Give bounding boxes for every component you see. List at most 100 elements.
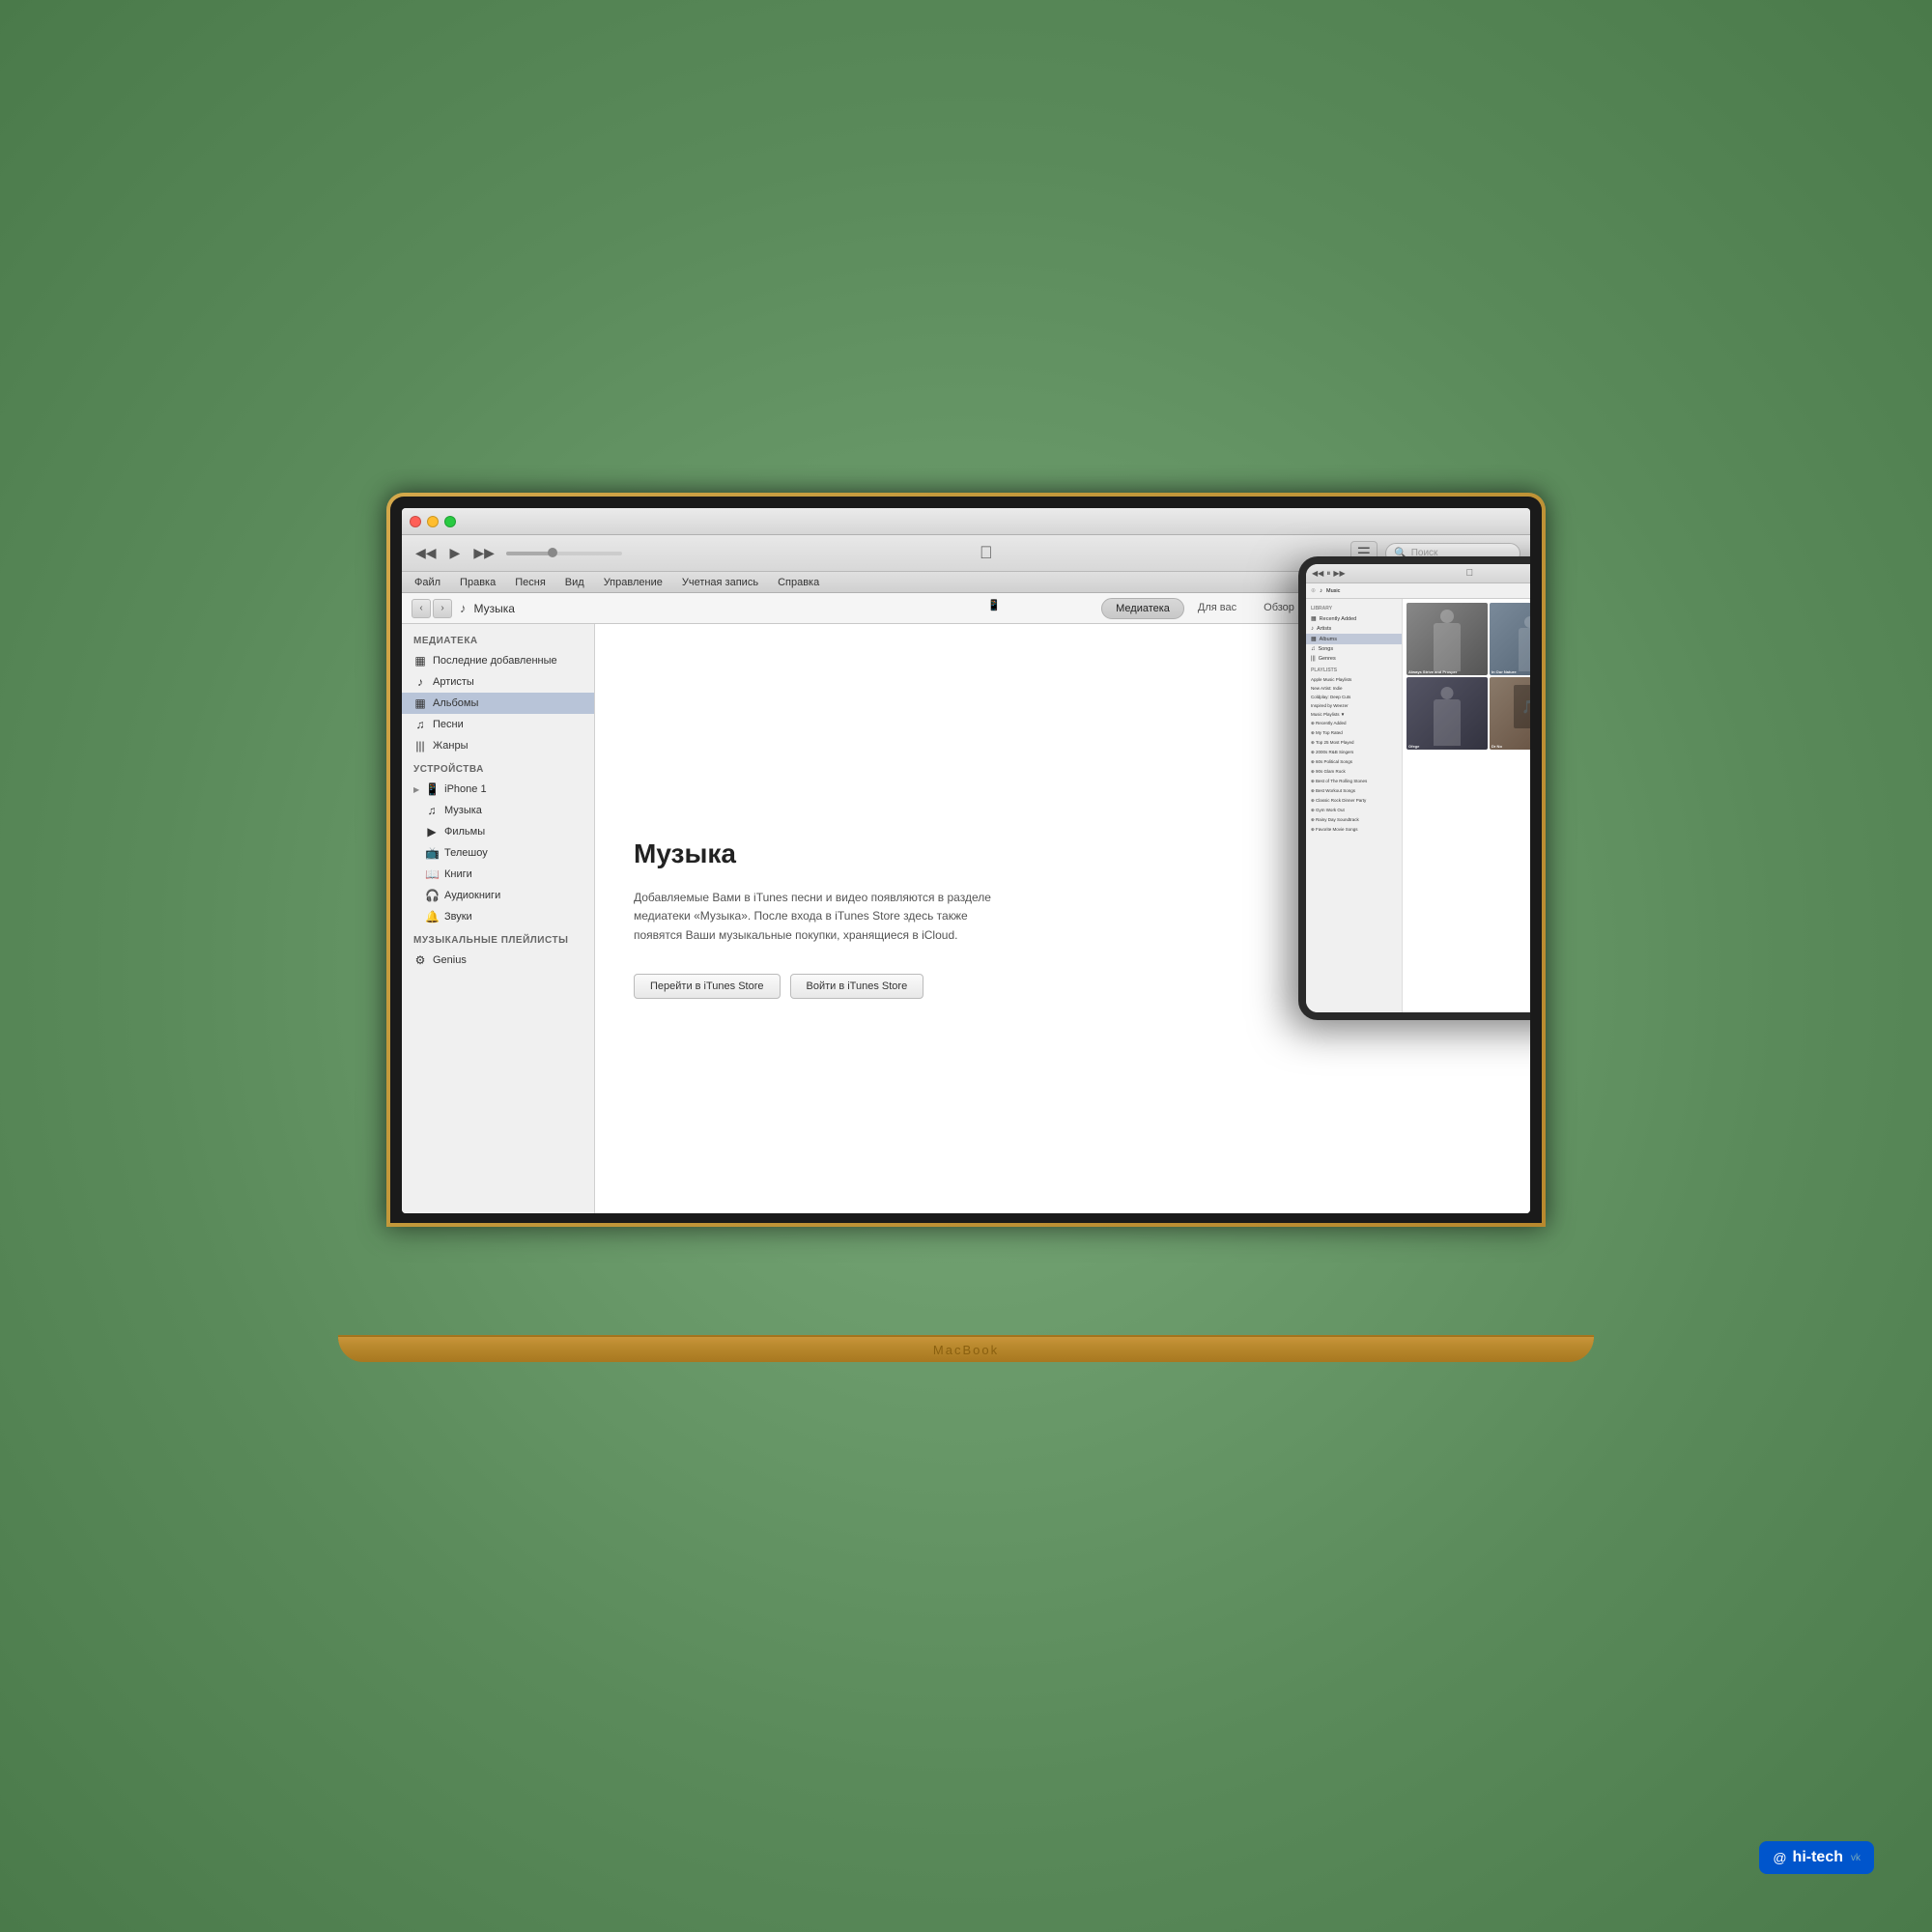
menu-control[interactable]: Управление xyxy=(601,576,666,589)
nav-forward-button[interactable]: › xyxy=(433,599,452,618)
ipad-album-card-2[interactable]: In Our Nature xyxy=(1490,603,1530,675)
sidebar-item-iphone-tones[interactable]: 🔔 Звуки xyxy=(402,906,594,927)
ipad-political[interactable]: ⊕ 60s Political Songs xyxy=(1306,757,1402,767)
album-art-4 xyxy=(1406,677,1488,750)
play-button[interactable]: ▶ xyxy=(446,543,465,563)
music-note-icon: ♪ xyxy=(460,601,467,615)
sidebar-item-iphone-music[interactable]: ♫ Музыка xyxy=(402,800,594,821)
sidebar-item-iphone-books[interactable]: 📖 Книги xyxy=(402,864,594,885)
ipad-glam-rock[interactable]: ⊕ 90s Glam Rock xyxy=(1306,767,1402,777)
sidebar-item-albums[interactable]: ▦ Альбомы xyxy=(402,693,594,714)
ipad-songs[interactable]: ♫Songs xyxy=(1306,644,1402,654)
ipad-genres[interactable]: |||Genres xyxy=(1306,654,1402,664)
nav-device-button[interactable]: 📱 xyxy=(987,599,1007,618)
fastforward-button[interactable]: ▶▶ xyxy=(469,543,498,563)
hitech-text: hi-tech xyxy=(1793,1849,1843,1866)
sidebar-item-genius[interactable]: ⚙ Genius xyxy=(402,950,594,971)
ipad-rainy[interactable]: ⊕ Rainy Day Soundtrack xyxy=(1306,815,1402,825)
nav-back-button[interactable]: ‹ xyxy=(412,599,431,618)
sidebar-item-iphone-audiobooks[interactable]: 🎧 Аудиокниги xyxy=(402,885,594,906)
music-icon: ♫ xyxy=(413,718,427,731)
ipad-new-artist[interactable]: New Artist: Indie xyxy=(1306,684,1402,693)
sidebar-section-playlists: Музыкальные плейлисты xyxy=(402,927,594,950)
progress-bar[interactable] xyxy=(506,552,622,555)
ipad-album-title-4: Ofege xyxy=(1408,744,1419,749)
ipad-coldplay[interactable]: Coldplay: Deep Cuts xyxy=(1306,693,1402,701)
albums-icon: ▦ xyxy=(413,696,427,710)
menu-song[interactable]: Песня xyxy=(512,576,549,589)
ipad-transport: ◀◀ ⏸ ▶▶ xyxy=(1312,569,1346,579)
ipad-album-card-1[interactable]: Always Strive and Prosper xyxy=(1406,603,1488,675)
sidebar-item-songs[interactable]: ♫ Песни xyxy=(402,714,594,735)
ipad-rnb[interactable]: ⊕ 2000s R&B Singers xyxy=(1306,748,1402,757)
genre-icon: ||| xyxy=(413,739,427,753)
ipad-rolling-stones[interactable]: ⊕ Best of The Rolling Stones xyxy=(1306,777,1402,786)
hitech-logo-icon: @ xyxy=(1773,1850,1786,1865)
menu-account[interactable]: Учетная запись xyxy=(679,576,761,589)
ipad-inspired[interactable]: Inspired by Weezer xyxy=(1306,701,1402,710)
menu-view[interactable]: Вид xyxy=(562,576,587,589)
maximize-button[interactable] xyxy=(444,516,456,527)
ipad-movie-songs[interactable]: ⊕ Favorite Movie Songs xyxy=(1306,825,1402,835)
ipad-album-title-5: Dr No xyxy=(1492,744,1502,749)
sidebar-item-genres[interactable]: ||| Жанры xyxy=(402,735,594,756)
macbook-wrapper: ◀◀ ▶ ▶▶  ☰ 🔍 xyxy=(290,493,1642,1362)
menu-file[interactable]: Файл xyxy=(412,576,443,589)
sidebar-item-artists[interactable]: ♪ Артисты xyxy=(402,671,594,693)
minimize-button[interactable] xyxy=(427,516,439,527)
sidebar-iphone-music-label: Музыка xyxy=(444,805,482,816)
sidebar-section-medialibrary: Медиатека xyxy=(402,628,594,650)
ipad-my-top[interactable]: ⊕ My Top Rated xyxy=(1306,728,1402,738)
expand-icon: ▶ xyxy=(413,785,419,794)
screen-bezel: ◀◀ ▶ ▶▶  ☰ 🔍 xyxy=(390,497,1542,1223)
nav-arrows: ‹ › xyxy=(412,599,452,618)
sidebar: Медиатека ▦ Последние добавленные ♪ Арти… xyxy=(402,624,595,1213)
window-controls xyxy=(410,516,456,527)
ipad-apple-logo:  xyxy=(1350,568,1530,579)
ipad-top25[interactable]: ⊕ Top 25 Most Played xyxy=(1306,738,1402,748)
macbook-base: MacBook xyxy=(338,1337,1594,1362)
ipad-genres-icon: ||| xyxy=(1311,656,1316,662)
sidebar-item-iphone-tv[interactable]: 📺 Телешоу xyxy=(402,842,594,864)
ipad-nav: ⊕ ♪ Music xyxy=(1306,583,1530,599)
sidebar-item-iphone-movies[interactable]: ▶ Фильмы xyxy=(402,821,594,842)
ipad-classic-rock[interactable]: ⊕ Classic Rock Dinner Party xyxy=(1306,796,1402,806)
ipad-workout[interactable]: ⊕ Best Workout Songs xyxy=(1306,786,1402,796)
goto-itunes-store-button[interactable]: Перейти в iTunes Store xyxy=(634,974,781,999)
rewind-button[interactable]: ◀◀ xyxy=(412,543,440,563)
ipad-rewind-button[interactable]: ◀◀ xyxy=(1312,569,1323,579)
ipad-apple-music-playlists[interactable]: Apple Music Playlists xyxy=(1306,675,1402,684)
tab-foryou[interactable]: Для вас xyxy=(1184,598,1250,619)
sidebar-item-iphone[interactable]: ▶ 📱 iPhone 1 xyxy=(402,779,594,800)
genius-icon: ⚙ xyxy=(413,953,427,967)
macbook-brand-label: MacBook xyxy=(933,1343,999,1357)
macbook-screen: ◀◀ ▶ ▶▶  ☰ 🔍 xyxy=(402,508,1530,1213)
ipad-gym[interactable]: ⊕ Gym Work Out xyxy=(1306,806,1402,815)
login-itunes-store-button[interactable]: Войти в iTunes Store xyxy=(790,974,924,999)
ipad-library-header: LIBRARY xyxy=(1306,602,1402,613)
ipad-artists[interactable]: ♪Artists xyxy=(1306,624,1402,634)
sidebar-iphone-tv-label: Телешоу xyxy=(444,847,488,859)
ipad-album-card-5[interactable]: 🎵 Dr No xyxy=(1490,677,1530,750)
ipad-ff-button[interactable]: ▶▶ xyxy=(1333,569,1345,579)
film-icon: ▶ xyxy=(425,825,439,838)
sidebar-item-recent[interactable]: ▦ Последние добавленные xyxy=(402,650,594,671)
ipad-album-card-4[interactable]: Ofege xyxy=(1406,677,1488,750)
macbook-lid: ◀◀ ▶ ▶▶  ☰ 🔍 xyxy=(386,493,1546,1227)
close-button[interactable] xyxy=(410,516,421,527)
ipad-music-playlists[interactable]: Music Playlists ▼ xyxy=(1306,710,1402,719)
ipad-albums[interactable]: ▦Albums xyxy=(1306,634,1402,644)
ipad-artists-icon: ♪ xyxy=(1311,626,1314,632)
tab-medialibrary[interactable]: Медиатека xyxy=(1101,598,1184,619)
menu-edit[interactable]: Правка xyxy=(457,576,498,589)
person-icon: ♪ xyxy=(413,675,427,689)
apple-logo:  xyxy=(630,543,1343,563)
ipad-recently-added[interactable]: ▦Recently Added xyxy=(1306,613,1402,624)
tv-icon: 📺 xyxy=(425,846,439,860)
menu-help[interactable]: Справка xyxy=(775,576,822,589)
ipad-play-button[interactable]: ⏸ xyxy=(1326,569,1330,579)
ipad-recent-icon: ▦ xyxy=(1311,615,1317,622)
ipad-recently-added2[interactable]: ⊕ Recently Added xyxy=(1306,719,1402,728)
content-description: Добавляемые Вами в iTunes песни и видео … xyxy=(634,889,1001,945)
hitech-badge[interactable]: @ hi-tech vk xyxy=(1759,1841,1874,1874)
